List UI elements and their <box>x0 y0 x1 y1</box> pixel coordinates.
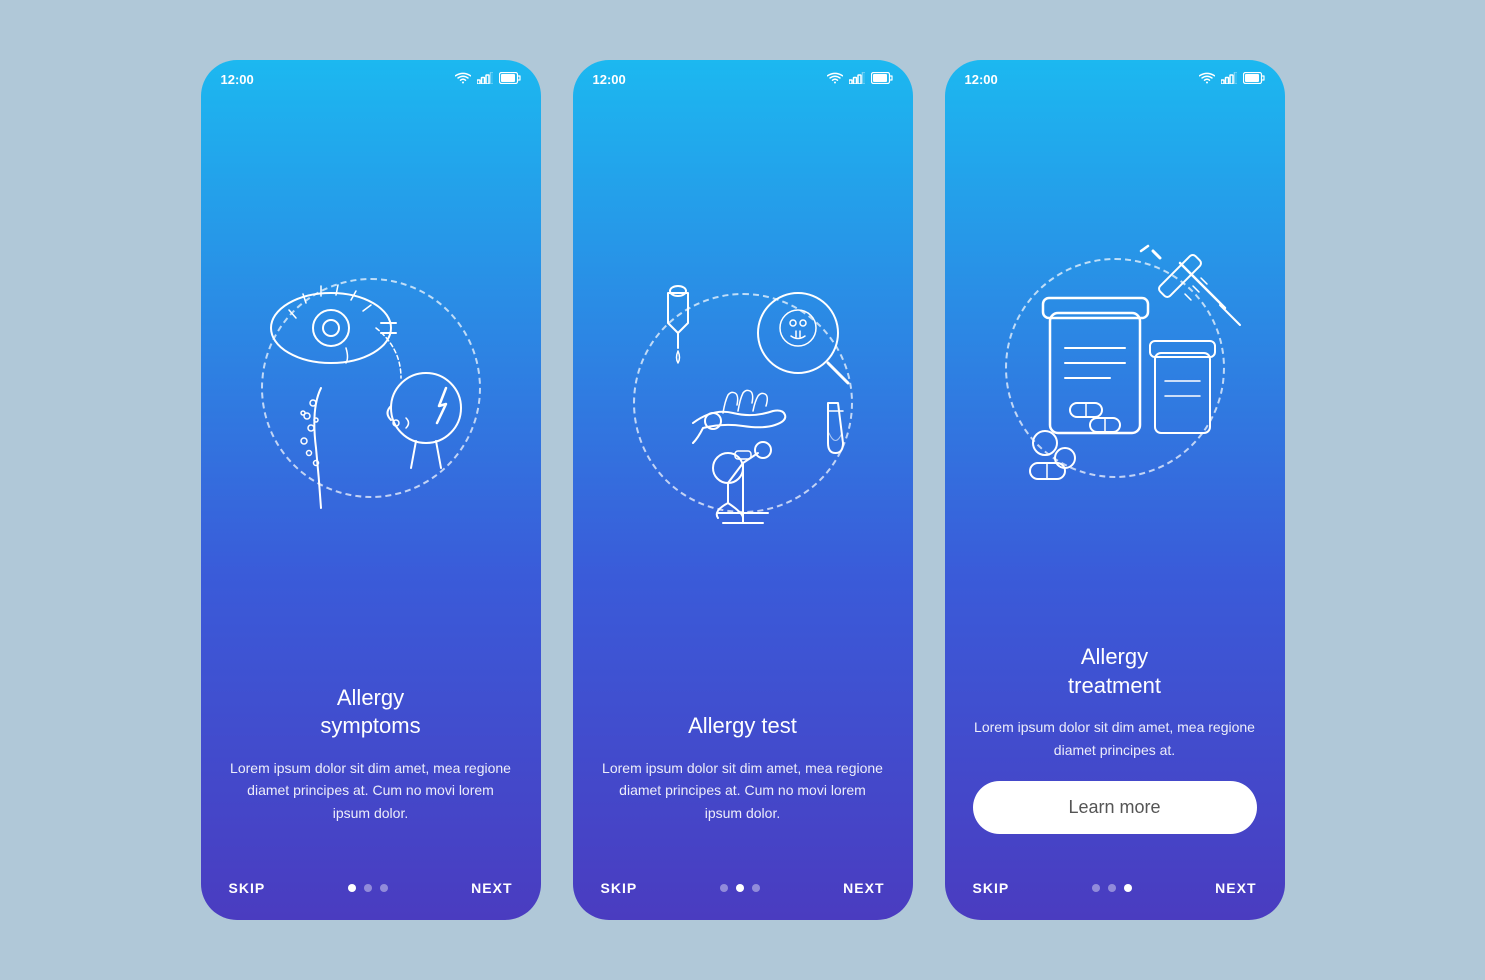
screens-container: 12:00 <box>201 60 1285 920</box>
signal-icon-1 <box>477 72 493 87</box>
battery-icon-1 <box>499 72 521 87</box>
nav-bar-1: SKIP NEXT <box>201 864 541 920</box>
screen-1-allergy-symptoms: 12:00 <box>201 60 541 920</box>
nav-bar-2: SKIP NEXT <box>573 864 913 920</box>
time-display-1: 12:00 <box>221 72 254 87</box>
wifi-icon-1 <box>455 72 471 87</box>
signal-icon-2 <box>849 72 865 87</box>
status-icons-2 <box>827 72 893 87</box>
status-bar-2: 12:00 <box>573 60 913 93</box>
skip-button-3[interactable]: SKIP <box>973 880 1010 896</box>
next-button-1[interactable]: NEXT <box>471 880 512 896</box>
skip-button-2[interactable]: SKIP <box>601 880 638 896</box>
wifi-icon-2 <box>827 72 843 87</box>
dot-3-inactive-1 <box>1092 884 1100 892</box>
status-bar-3: 12:00 <box>945 60 1285 93</box>
wifi-icon-3 <box>1199 72 1215 87</box>
content-area-1: Allergy symptoms Lorem ipsum dolor sit d… <box>201 684 541 864</box>
dots-1 <box>348 884 388 892</box>
dot-2-inactive-1 <box>720 884 728 892</box>
learn-more-button[interactable]: Learn more <box>973 781 1257 834</box>
screen-title-1: Allergy symptoms <box>229 684 513 741</box>
time-display-2: 12:00 <box>593 72 626 87</box>
dot-1-active <box>348 884 356 892</box>
screen-description-2: Lorem ipsum dolor sit dim amet, mea regi… <box>601 757 885 824</box>
screen-description-3: Lorem ipsum dolor sit dim amet, mea regi… <box>973 716 1257 761</box>
dots-2 <box>720 884 760 892</box>
screen-3-allergy-treatment: 12:00 <box>945 60 1285 920</box>
nav-bar-3: SKIP NEXT <box>945 864 1285 920</box>
status-bar-1: 12:00 <box>201 60 541 93</box>
illustration-area-1 <box>201 93 541 684</box>
dot-3-inactive-2 <box>1108 884 1116 892</box>
dot-3-active <box>1124 884 1132 892</box>
status-icons-1 <box>455 72 521 87</box>
next-button-2[interactable]: NEXT <box>843 880 884 896</box>
battery-icon-3 <box>1243 72 1265 87</box>
signal-icon-3 <box>1221 72 1237 87</box>
illustration-area-3 <box>945 93 1285 643</box>
screen-title-3: Allergy treatment <box>973 643 1257 700</box>
skip-button-1[interactable]: SKIP <box>229 880 266 896</box>
dot-1-inactive-2 <box>364 884 372 892</box>
dot-2-inactive-3 <box>752 884 760 892</box>
dot-1-inactive-3 <box>380 884 388 892</box>
dot-2-active <box>736 884 744 892</box>
time-display-3: 12:00 <box>965 72 998 87</box>
symptoms-illustration <box>241 248 501 528</box>
status-icons-3 <box>1199 72 1265 87</box>
dots-3 <box>1092 884 1132 892</box>
content-area-3: Allergy treatment Lorem ipsum dolor sit … <box>945 643 1285 864</box>
screen-2-allergy-test: 12:00 <box>573 60 913 920</box>
content-area-2: Allergy test Lorem ipsum dolor sit dim a… <box>573 712 913 864</box>
screen-description-1: Lorem ipsum dolor sit dim amet, mea regi… <box>229 757 513 824</box>
battery-icon-2 <box>871 72 893 87</box>
test-illustration <box>613 263 873 543</box>
illustration-area-2 <box>573 93 913 712</box>
next-button-3[interactable]: NEXT <box>1215 880 1256 896</box>
screen-title-2: Allergy test <box>601 712 885 741</box>
treatment-illustration <box>985 228 1245 508</box>
